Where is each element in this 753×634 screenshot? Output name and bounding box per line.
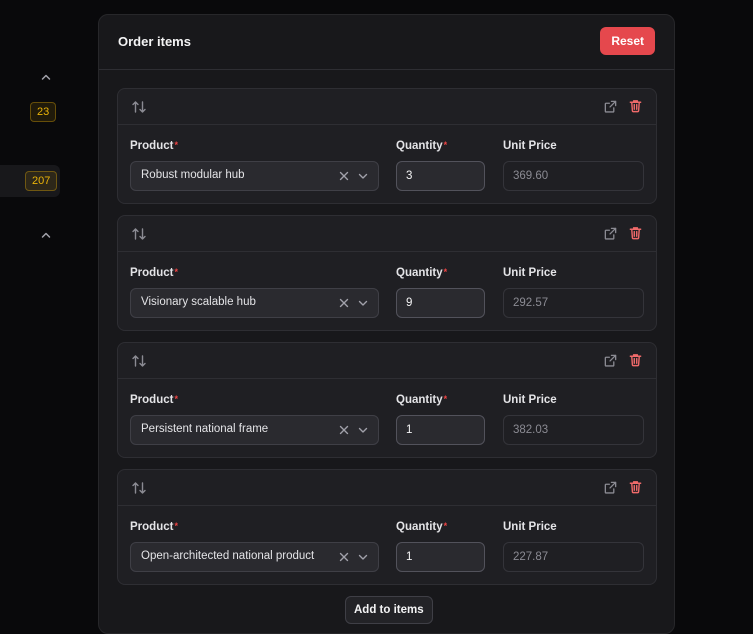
product-value: Open-architected national product [141, 550, 315, 562]
item-header [118, 216, 656, 252]
unit-price-input[interactable] [503, 415, 644, 445]
count-badge: 23 [30, 102, 57, 122]
repeater-item: Product* Quantity* Unit Price Visionary … [117, 215, 657, 331]
product-value: Visionary scalable hub [141, 296, 256, 308]
panel-header: Order items Reset [99, 15, 674, 70]
product-select[interactable]: Robust modular hub [130, 161, 379, 191]
product-label: Product* [130, 267, 178, 279]
quantity-label: Quantity* [396, 267, 448, 279]
count-badge: 207 [25, 171, 58, 191]
quantity-label: Quantity* [396, 394, 448, 406]
trash-icon[interactable] [628, 225, 643, 241]
item-header [118, 470, 656, 506]
product-label: Product* [130, 140, 178, 152]
quantity-input[interactable] [396, 542, 485, 572]
product-label: Product* [130, 521, 178, 533]
unit-price-label: Unit Price [503, 140, 557, 152]
product-select[interactable]: Persistent national frame [130, 415, 379, 445]
quantity-label: Quantity* [396, 140, 448, 152]
reorder-icon[interactable] [131, 480, 147, 496]
chevron-down-icon[interactable] [357, 424, 369, 436]
reset-button[interactable]: Reset [600, 27, 655, 55]
external-link-icon[interactable] [603, 99, 618, 114]
x-icon[interactable] [338, 551, 350, 563]
chevron-down-icon[interactable] [357, 551, 369, 563]
product-label: Product* [130, 394, 178, 406]
trash-icon[interactable] [628, 98, 643, 114]
quantity-input[interactable] [396, 161, 485, 191]
repeater-item: Product* Quantity* Unit Price Open-archi… [117, 469, 657, 585]
product-select[interactable]: Visionary scalable hub [130, 288, 379, 318]
chevron-up-icon[interactable] [38, 227, 54, 243]
product-value: Persistent national frame [141, 423, 269, 435]
unit-price-input[interactable] [503, 161, 644, 191]
external-link-icon[interactable] [603, 226, 618, 241]
sidebar: 23 207 [0, 0, 90, 617]
unit-price-label: Unit Price [503, 267, 557, 279]
product-value: Robust modular hub [141, 169, 245, 181]
unit-price-input[interactable] [503, 288, 644, 318]
x-icon[interactable] [338, 170, 350, 182]
external-link-icon[interactable] [603, 480, 618, 495]
quantity-input[interactable] [396, 288, 485, 318]
unit-price-label: Unit Price [503, 521, 557, 533]
unit-price-input[interactable] [503, 542, 644, 572]
quantity-label: Quantity* [396, 521, 448, 533]
unit-price-label: Unit Price [503, 394, 557, 406]
quantity-input[interactable] [396, 415, 485, 445]
order-items-panel: Order items Reset Product* Quantity* Uni… [98, 14, 675, 634]
reorder-icon[interactable] [131, 353, 147, 369]
item-header [118, 343, 656, 379]
x-icon[interactable] [338, 424, 350, 436]
external-link-icon[interactable] [603, 353, 618, 368]
chevron-up-icon[interactable] [38, 69, 54, 85]
chevron-down-icon[interactable] [357, 297, 369, 309]
x-icon[interactable] [338, 297, 350, 309]
product-select[interactable]: Open-architected national product [130, 542, 379, 572]
trash-icon[interactable] [628, 352, 643, 368]
add-to-items-button[interactable]: Add to items [345, 596, 433, 624]
item-header [118, 89, 656, 125]
reorder-icon[interactable] [131, 99, 147, 115]
trash-icon[interactable] [628, 479, 643, 495]
repeater-item: Product* Quantity* Unit Price Persistent… [117, 342, 657, 458]
repeater-item: Product* Quantity* Unit Price Robust mod… [117, 88, 657, 204]
reorder-icon[interactable] [131, 226, 147, 242]
chevron-down-icon[interactable] [357, 170, 369, 182]
panel-title: Order items [118, 34, 191, 49]
